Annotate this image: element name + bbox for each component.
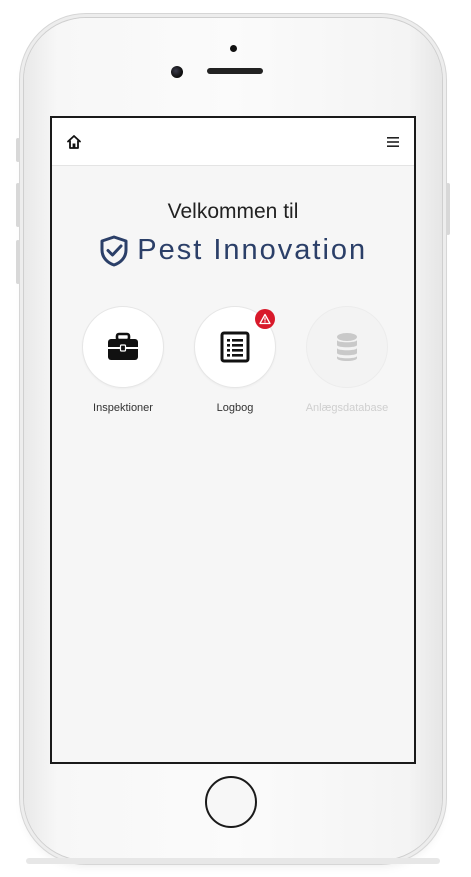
earpiece-speaker	[207, 68, 263, 74]
front-camera	[171, 66, 183, 78]
tile-label: Anlægsdatabase	[305, 402, 389, 414]
brand-name: Pest Innovation	[137, 234, 368, 266]
tile-circle[interactable]	[194, 306, 276, 388]
list-document-icon	[220, 331, 250, 363]
shield-check-logo	[99, 235, 129, 267]
phone-frame: Velkommen til Pest Innovation Inspektion…	[16, 18, 450, 860]
welcome-heading: Velkommen til	[167, 200, 299, 223]
volume-down-button	[16, 240, 20, 284]
power-button	[446, 183, 450, 235]
hamburger-menu-icon[interactable]	[386, 135, 400, 149]
tile-inspektioner[interactable]: Inspektioner	[68, 306, 178, 414]
warning-triangle-icon	[259, 313, 271, 325]
tile-anlaegsdatabase: Anlægsdatabase	[292, 306, 402, 414]
tile-circle	[306, 306, 388, 388]
tile-circle[interactable]	[82, 306, 164, 388]
app-screen: Velkommen til Pest Innovation Inspektion…	[50, 116, 416, 764]
phone-shadow	[26, 858, 440, 864]
briefcase-icon	[108, 332, 138, 360]
tile-logbog[interactable]: Logbog	[180, 306, 290, 414]
warning-badge	[255, 309, 275, 329]
tile-label: Inspektioner	[93, 402, 153, 414]
top-navbar	[52, 118, 414, 166]
tile-label: Logbog	[216, 402, 254, 414]
home-button[interactable]	[205, 776, 257, 828]
proximity-sensor	[230, 45, 237, 52]
database-icon	[337, 333, 357, 361]
mute-switch	[16, 138, 20, 162]
volume-up-button	[16, 183, 20, 227]
home-icon[interactable]	[66, 134, 82, 150]
brand-lockup: Pest Innovation	[52, 234, 414, 267]
